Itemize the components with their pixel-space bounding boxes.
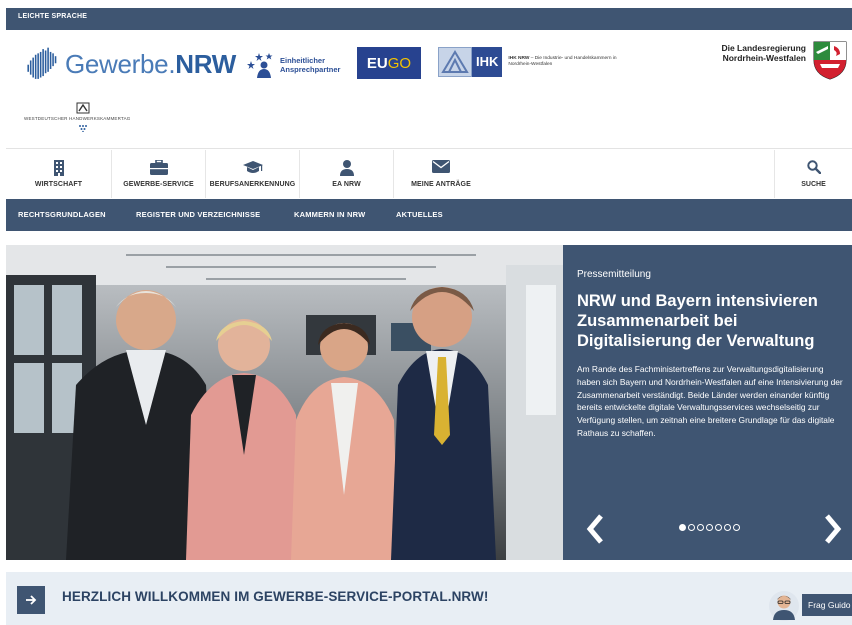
briefcase-icon <box>149 160 168 175</box>
eap-text: Einheitlicher Ansprechpartner <box>280 56 341 74</box>
hero-photo[interactable] <box>6 245 563 560</box>
whkt-emblem-icon <box>76 102 90 114</box>
nav-item-meine-antraege[interactable]: MEINE ANTRÄGE <box>394 150 488 198</box>
envelope-icon <box>432 160 450 173</box>
hero-kicker: Pressemitteilung <box>577 269 651 280</box>
welcome-title: HERZLICH WILLKOMMEN IM GEWERBE-SERVICE-P… <box>62 589 489 604</box>
carousel-dot[interactable] <box>733 524 740 531</box>
gewerbe-nrw-logo[interactable]: Gewerbe.NRW <box>26 38 236 90</box>
mainnav-register-und-verzeichnisse[interactable]: REGISTER UND VERZEICHNISSE <box>136 210 260 219</box>
carousel-dot[interactable] <box>715 524 722 531</box>
whkt-text: WESTDEUTSCHER HANDWERKSKAMMERTAG <box>24 116 131 121</box>
nav-item-berufsanerkennung[interactable]: BERUFSANERKENNUNG <box>206 150 300 198</box>
top-bar: LEICHTE SPRACHE <box>6 8 852 30</box>
nav-item-label: EA NRW <box>332 181 361 188</box>
nrw-map-bars-icon <box>27 47 57 79</box>
nav-item-label: GEWERBE-SERVICE <box>123 181 194 188</box>
landesregierung-label[interactable]: Die Landesregierung Nordrhein-Westfalen <box>696 43 806 63</box>
einheitlicher-ansprechpartner-logo[interactable]: Einheitlicher Ansprechpartner <box>247 50 347 80</box>
nav-item-label: MEINE ANTRÄGE <box>411 181 471 188</box>
eu-stars-person-icon <box>247 53 273 78</box>
nav-item-wirtschaft[interactable]: WIRTSCHAFT <box>6 150 112 198</box>
main-navigation: RECHTSGRUNDLAGEN REGISTER UND VERZEICHNI… <box>6 199 852 231</box>
mainnav-rechtsgrundlagen[interactable]: RECHTSGRUNDLAGEN <box>18 210 106 219</box>
ihk-nrw-logo[interactable]: IHK IHK NRW – Die Industrie- und Handels… <box>438 47 638 77</box>
nav-item-ea-nrw[interactable]: EA NRW <box>300 150 394 198</box>
mainnav-kammern-in-nrw[interactable]: KAMMERN IN NRW <box>294 210 365 219</box>
nrw-coat-of-arms-icon[interactable] <box>812 40 848 80</box>
hero-body-text: Am Rande des Fachministertreffens zur Ve… <box>577 364 843 438</box>
carousel-dot[interactable] <box>679 524 686 531</box>
nav-item-gewerbe-service[interactable]: GEWERBE-SERVICE <box>112 150 206 198</box>
press-photo-illustration <box>6 245 563 560</box>
header-divider <box>6 148 852 149</box>
gewerbe-nrw-wordmark: Gewerbe.NRW <box>64 48 236 79</box>
carousel-dot[interactable] <box>697 524 704 531</box>
graduation-cap-icon <box>242 161 263 173</box>
whkt-logo[interactable]: WESTDEUTSCHER HANDWERKSKAMMERTAG <box>24 102 174 134</box>
whkt-dots-icon <box>79 125 87 132</box>
welcome-expand-button[interactable] <box>17 586 45 614</box>
header: Gewerbe.NRW Einheitlicher Ansprechpartne… <box>6 30 852 148</box>
carousel-dots <box>679 524 740 531</box>
hero-headline-link[interactable]: NRW und Bayern intensivieren Zusammenarb… <box>577 291 847 351</box>
guido-avatar-icon[interactable] <box>768 590 800 622</box>
mainnav-aktuelles[interactable]: AKTUELLES <box>396 210 443 219</box>
hero-text-panel: Pressemitteilung NRW und Bayern intensiv… <box>563 245 852 560</box>
leichte-sprache-link[interactable]: LEICHTE SPRACHE <box>18 13 87 20</box>
ihk-description: IHK NRW – Die Industrie- und Handelskamm… <box>508 56 617 67</box>
ihk-badge: IHK <box>472 47 503 77</box>
eugo-wordmark: EUGO <box>366 54 412 72</box>
search-label: SUCHE <box>801 181 826 188</box>
icon-navigation: WIRTSCHAFT GEWERBE-SERVICE BERUFSANERKEN… <box>6 150 852 198</box>
carousel-dot[interactable] <box>724 524 731 531</box>
search-button[interactable]: SUCHE <box>774 150 852 198</box>
search-icon <box>806 160 821 174</box>
eugo-logo[interactable]: EUGO <box>357 47 421 79</box>
carousel-dot[interactable] <box>688 524 695 531</box>
page: LEICHTE SPRACHE Gewerbe.NRW Einheitliche… <box>6 0 852 625</box>
carousel-next-chevron-icon[interactable] <box>823 513 843 545</box>
carousel-dot[interactable] <box>706 524 713 531</box>
welcome-bar: HERZLICH WILLKOMMEN IM GEWERBE-SERVICE-P… <box>6 572 852 625</box>
building-icon <box>53 160 64 176</box>
arrow-right-icon <box>26 595 37 605</box>
hero-carousel: Pressemitteilung NRW und Bayern intensiv… <box>6 245 852 560</box>
carousel-prev-chevron-icon[interactable] <box>585 513 605 545</box>
user-icon <box>339 160 354 176</box>
frag-guido-button[interactable]: Frag Guido <box>802 594 852 616</box>
nav-item-label: BERUFSANERKENNUNG <box>209 181 296 188</box>
ihk-emblem-icon <box>438 47 472 77</box>
nav-item-label: WIRTSCHAFT <box>34 181 83 188</box>
